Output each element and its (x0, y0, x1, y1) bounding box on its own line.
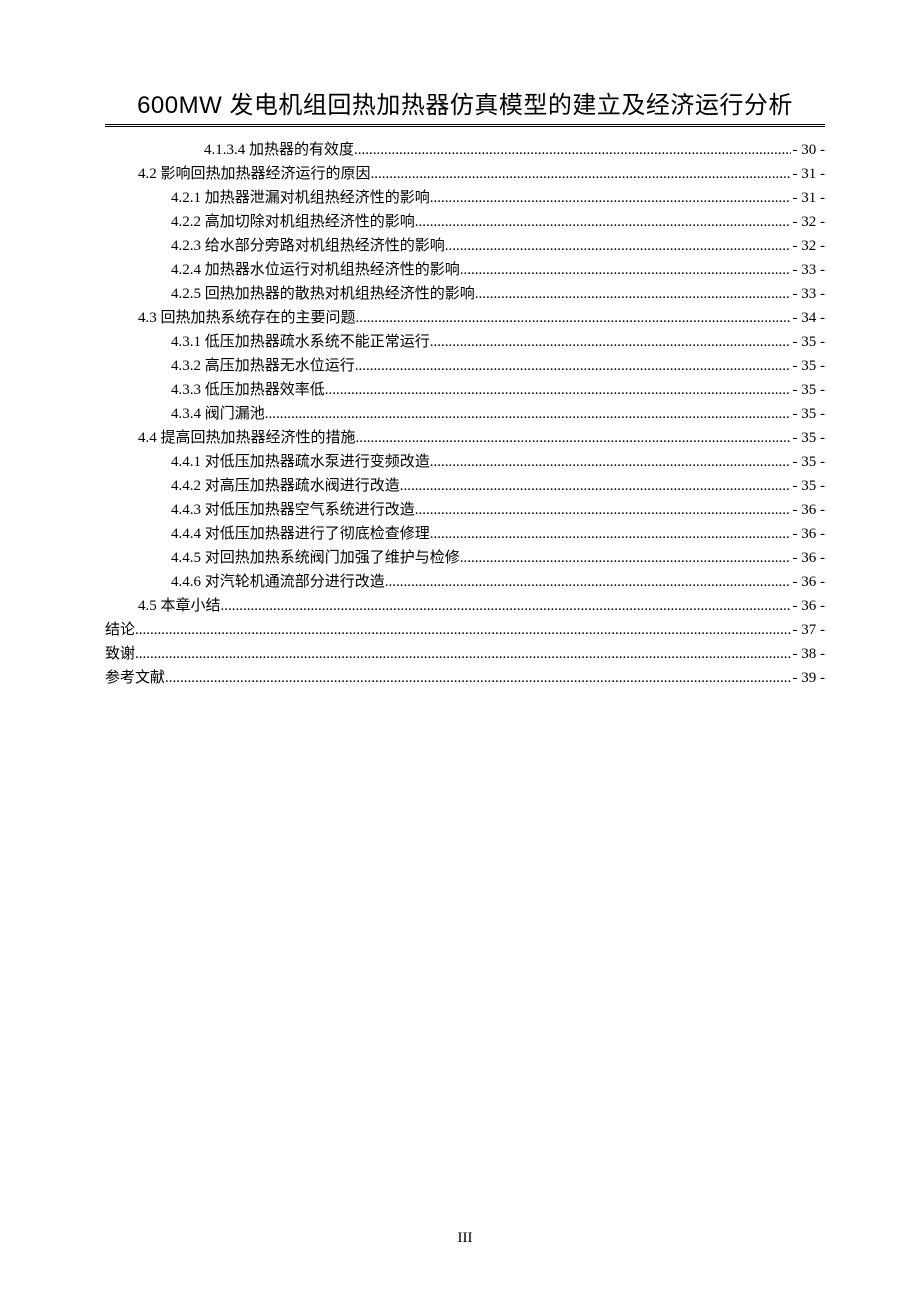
toc-entry-label: 4.2 影响回热加热器经济运行的原因 (138, 162, 371, 186)
toc-entry: 4.4.4 对低压加热器进行了彻底检查修理 - 36 - (105, 522, 825, 546)
toc-dot-leader (445, 234, 791, 258)
toc-entry: 4.3.1 低压加热器疏水系统不能正常运行 - 35 - (105, 330, 825, 354)
toc-entry: 4.2.1 加热器泄漏对机组热经济性的影响 - 31 - (105, 186, 825, 210)
document-page: 600MW 发电机组回热加热器仿真模型的建立及经济运行分析 4.1.3.4 加热… (0, 0, 920, 1307)
toc-entry-page: - 35 - (791, 330, 826, 354)
toc-entry-page: - 35 - (791, 474, 826, 498)
toc-dot-leader (165, 666, 790, 690)
toc-dot-leader (430, 186, 791, 210)
toc-entry: 4.4.5 对回热加热系统阀门加强了维护与检修 - 36 - (105, 546, 825, 570)
toc-entry: 4.3.3 低压加热器效率低 - 35 - (105, 378, 825, 402)
toc-entry: 4.4.3 对低压加热器空气系统进行改造 - 36 - (105, 498, 825, 522)
toc-entry: 4.4 提高回热加热器经济性的措施 - 35 - (105, 426, 825, 450)
toc-entry: 4.2.5 回热加热器的散热对机组热经济性的影响 - 33 - (105, 282, 825, 306)
toc-entry: 4.4.1 对低压加热器疏水泵进行变频改造 - 35 - (105, 450, 825, 474)
toc-dot-leader (415, 498, 791, 522)
toc-entry-page: - 33 - (791, 282, 826, 306)
toc-entry-page: - 35 - (791, 450, 826, 474)
toc-dot-leader (475, 282, 791, 306)
toc-entry-page: - 35 - (791, 378, 826, 402)
toc-dot-leader (385, 570, 791, 594)
toc-dot-leader (430, 330, 791, 354)
toc-entry-label: 4.4.3 对低压加热器空气系统进行改造 (171, 498, 415, 522)
toc-entry-label: 4.1.3.4 加热器的有效度 (204, 138, 354, 162)
toc-entry-page: - 35 - (791, 426, 826, 450)
toc-dot-leader (355, 354, 791, 378)
toc-dot-leader (415, 210, 791, 234)
toc-entry-page: - 32 - (791, 234, 826, 258)
toc-entry: 参考文献 - 39 - (105, 666, 825, 690)
toc-dot-leader (371, 162, 791, 186)
toc-dot-leader (460, 546, 791, 570)
toc-entry-page: - 36 - (791, 498, 826, 522)
toc-entry: 4.3.4 阀门漏池 - 35 - (105, 402, 825, 426)
toc-entry-page: - 34 - (791, 306, 826, 330)
toc-entry-page: - 39 - (791, 666, 826, 690)
document-title: 600MW 发电机组回热加热器仿真模型的建立及经济运行分析 (105, 85, 825, 120)
toc-entry-label: 4.2.4 加热器水位运行对机组热经济性的影响 (171, 258, 460, 282)
toc-entry: 4.4.2 对高压加热器疏水阀进行改造 - 35 - (105, 474, 825, 498)
toc-entry: 4.2.4 加热器水位运行对机组热经济性的影响 - 33 - (105, 258, 825, 282)
toc-entry-page: - 30 - (791, 138, 826, 162)
toc-dot-leader (354, 138, 790, 162)
toc-entry: 4.3.2 高压加热器无水位运行 - 35 - (105, 354, 825, 378)
toc-dot-leader (221, 594, 791, 618)
toc-entry-label: 结论 (105, 618, 135, 642)
toc-entry-label: 4.3.4 阀门漏池 (171, 402, 265, 426)
toc-entry-label: 致谢 (105, 642, 135, 666)
table-of-contents: 4.1.3.4 加热器的有效度 - 30 - 4.2 影响回热加热器经济运行的原因 -… (105, 138, 825, 690)
toc-dot-leader (430, 450, 791, 474)
toc-dot-leader (400, 474, 791, 498)
toc-entry: 4.1.3.4 加热器的有效度 - 30 - (105, 138, 825, 162)
toc-dot-leader (356, 426, 791, 450)
toc-entry-label: 4.3.2 高压加热器无水位运行 (171, 354, 355, 378)
toc-entry-label: 4.4.1 对低压加热器疏水泵进行变频改造 (171, 450, 430, 474)
toc-entry-label: 4.3.3 低压加热器效率低 (171, 378, 325, 402)
toc-entry-label: 4.4.6 对汽轮机通流部分进行改造 (171, 570, 385, 594)
toc-dot-leader (265, 402, 791, 426)
toc-entry-label: 参考文献 (105, 666, 165, 690)
toc-entry-label: 4.5 本章小结 (138, 594, 221, 618)
title-underline (105, 124, 825, 128)
toc-entry: 4.2.3 给水部分旁路对机组热经济性的影响 - 32 - (105, 234, 825, 258)
toc-entry-label: 4.4.4 对低压加热器进行了彻底检查修理 (171, 522, 430, 546)
toc-entry-label: 4.2.2 高加切除对机组热经济性的影响 (171, 210, 415, 234)
toc-entry-page: - 31 - (791, 186, 826, 210)
toc-entry-label: 4.3.1 低压加热器疏水系统不能正常运行 (171, 330, 430, 354)
toc-entry-label: 4.2.3 给水部分旁路对机组热经济性的影响 (171, 234, 445, 258)
toc-entry-label: 4.4 提高回热加热器经济性的措施 (138, 426, 356, 450)
toc-dot-leader (135, 618, 790, 642)
toc-entry-page: - 31 - (791, 162, 826, 186)
toc-entry: 4.3 回热加热系统存在的主要问题 - 34 - (105, 306, 825, 330)
toc-entry: 4.2.2 高加切除对机组热经济性的影响 - 32 - (105, 210, 825, 234)
toc-dot-leader (356, 306, 791, 330)
toc-entry-page: - 36 - (791, 522, 826, 546)
toc-entry-page: - 36 - (791, 546, 826, 570)
toc-entry-label: 4.2.5 回热加热器的散热对机组热经济性的影响 (171, 282, 475, 306)
toc-entry-page: - 32 - (791, 210, 826, 234)
toc-entry-label: 4.4.5 对回热加热系统阀门加强了维护与检修 (171, 546, 460, 570)
toc-entry: 致谢 - 38 - (105, 642, 825, 666)
toc-dot-leader (460, 258, 791, 282)
toc-entry: 4.4.6 对汽轮机通流部分进行改造 - 36 - (105, 570, 825, 594)
toc-entry-page: - 38 - (791, 642, 826, 666)
toc-dot-leader (135, 642, 790, 666)
toc-entry-page: - 36 - (791, 594, 826, 618)
toc-entry-page: - 33 - (791, 258, 826, 282)
toc-entry: 结论 - 37 - (105, 618, 825, 642)
toc-dot-leader (430, 522, 791, 546)
toc-entry-page: - 35 - (791, 402, 826, 426)
toc-entry: 4.5 本章小结 - 36 - (105, 594, 825, 618)
toc-dot-leader (325, 378, 791, 402)
toc-entry: 4.2 影响回热加热器经济运行的原因 - 31 - (105, 162, 825, 186)
toc-entry-label: 4.4.2 对高压加热器疏水阀进行改造 (171, 474, 400, 498)
page-number: III (105, 1230, 825, 1247)
toc-entry-label: 4.3 回热加热系统存在的主要问题 (138, 306, 356, 330)
toc-entry-page: - 35 - (791, 354, 826, 378)
toc-entry-label: 4.2.1 加热器泄漏对机组热经济性的影响 (171, 186, 430, 210)
toc-entry-page: - 36 - (791, 570, 826, 594)
toc-entry-page: - 37 - (791, 618, 826, 642)
